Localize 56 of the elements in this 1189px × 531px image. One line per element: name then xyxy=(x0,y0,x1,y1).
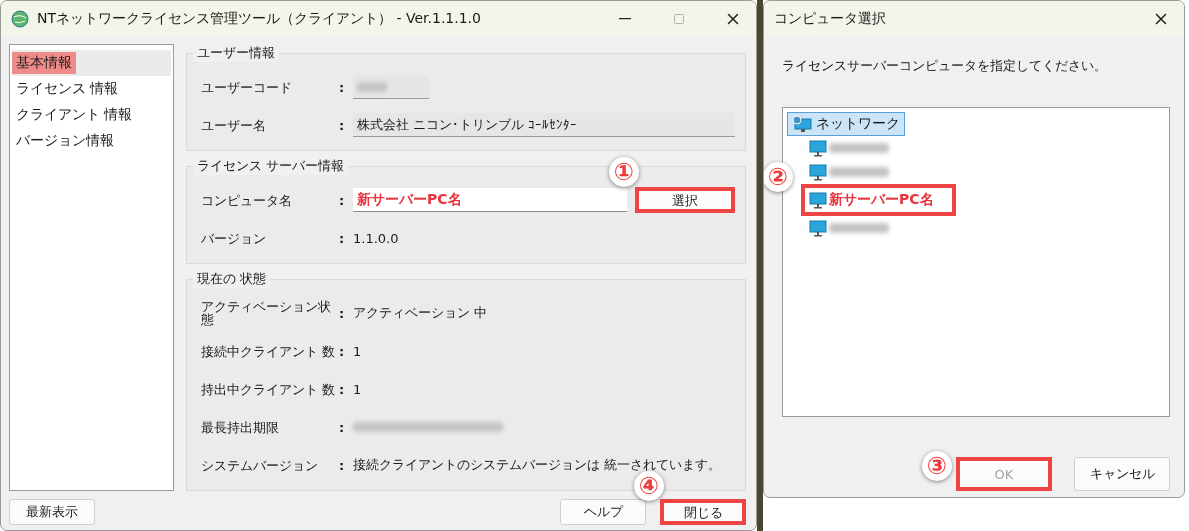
refresh-button[interactable]: 最新表示 xyxy=(9,499,95,525)
field-label: 最長持出期限 xyxy=(201,420,280,434)
step-marker: ② xyxy=(764,162,793,192)
colon-text: : xyxy=(339,343,346,359)
field-label: バージョン xyxy=(201,231,267,245)
window-title: NTネットワークライセンス管理ツール（クライアント） - Ver.1.1.1.0 xyxy=(37,10,482,28)
monitor-icon xyxy=(809,191,827,209)
value-text: 1 xyxy=(353,343,362,359)
tree-item[interactable]: ネットワーク xyxy=(787,112,905,136)
colon-text: : xyxy=(339,117,346,133)
dialog-title: コンピュータ選択 xyxy=(774,10,887,28)
redacted-text xyxy=(829,143,889,153)
step-marker: ③ xyxy=(922,451,952,481)
field-label: 接続中クライアント 数 xyxy=(201,344,337,358)
value-text: 1 xyxy=(353,381,362,397)
section-title: 現在の 状態 xyxy=(193,270,271,288)
colon-text: : xyxy=(339,230,346,246)
monitor-icon xyxy=(809,163,827,181)
sidebar-item[interactable]: ライセンス 情報 xyxy=(12,76,171,102)
colon-text: : xyxy=(339,381,346,397)
value-text: 1.1.0.0 xyxy=(353,230,399,246)
maximize-icon xyxy=(673,13,685,25)
field-label: コンピュータ名 xyxy=(201,193,293,207)
redacted-text xyxy=(829,167,889,177)
globe-icon xyxy=(11,10,29,28)
sidebar-item[interactable]: バージョン情報 xyxy=(12,128,171,154)
section-title: ユーザー情報 xyxy=(193,44,279,62)
close-dialog-button[interactable]: 閉じる xyxy=(660,499,746,525)
computer-name-field[interactable]: 新サーバーPC名 xyxy=(353,188,627,212)
monitor-icon xyxy=(809,219,827,237)
step-marker: ① xyxy=(609,157,639,187)
field-label: アクティベーション状態 xyxy=(201,300,332,326)
field-label: ユーザーコード xyxy=(201,80,293,94)
monitor-icon xyxy=(809,139,827,157)
instruction-text: ライセンスサーバーコンピュータを指定してください。 xyxy=(782,57,1108,75)
value-text: 接続クライアントのシステムバージョンは 統一されています。 xyxy=(353,456,722,474)
colon-text: : xyxy=(339,457,346,473)
user-name-field: 株式会社 ニコン･トリンブル ｺｰﾙｾﾝﾀｰ xyxy=(353,113,735,137)
cancel-button[interactable]: キャンセル xyxy=(1074,457,1170,491)
field-label: 持出中クライアント 数 xyxy=(201,382,337,396)
help-button[interactable]: ヘルプ xyxy=(560,499,646,525)
colon-text: : xyxy=(339,79,346,95)
colon-text: : xyxy=(339,192,346,208)
colon-text: : xyxy=(339,419,346,435)
field-label: システムバージョン xyxy=(201,458,319,472)
field-label: ユーザー名 xyxy=(201,118,267,132)
network-icon xyxy=(792,115,812,133)
redacted-text xyxy=(829,223,889,233)
redacted-text xyxy=(357,81,387,92)
minimize-icon xyxy=(619,18,631,20)
sidebar-item[interactable]: クライアント 情報 xyxy=(12,102,171,128)
value-text: アクティベーション 中 xyxy=(353,304,488,322)
section-title: ライセンス サーバー情報 xyxy=(193,157,349,175)
colon-text: : xyxy=(339,305,346,321)
sidebar-item[interactable]: 基本情報 xyxy=(12,50,171,76)
select-button[interactable]: 選択 xyxy=(635,187,735,213)
